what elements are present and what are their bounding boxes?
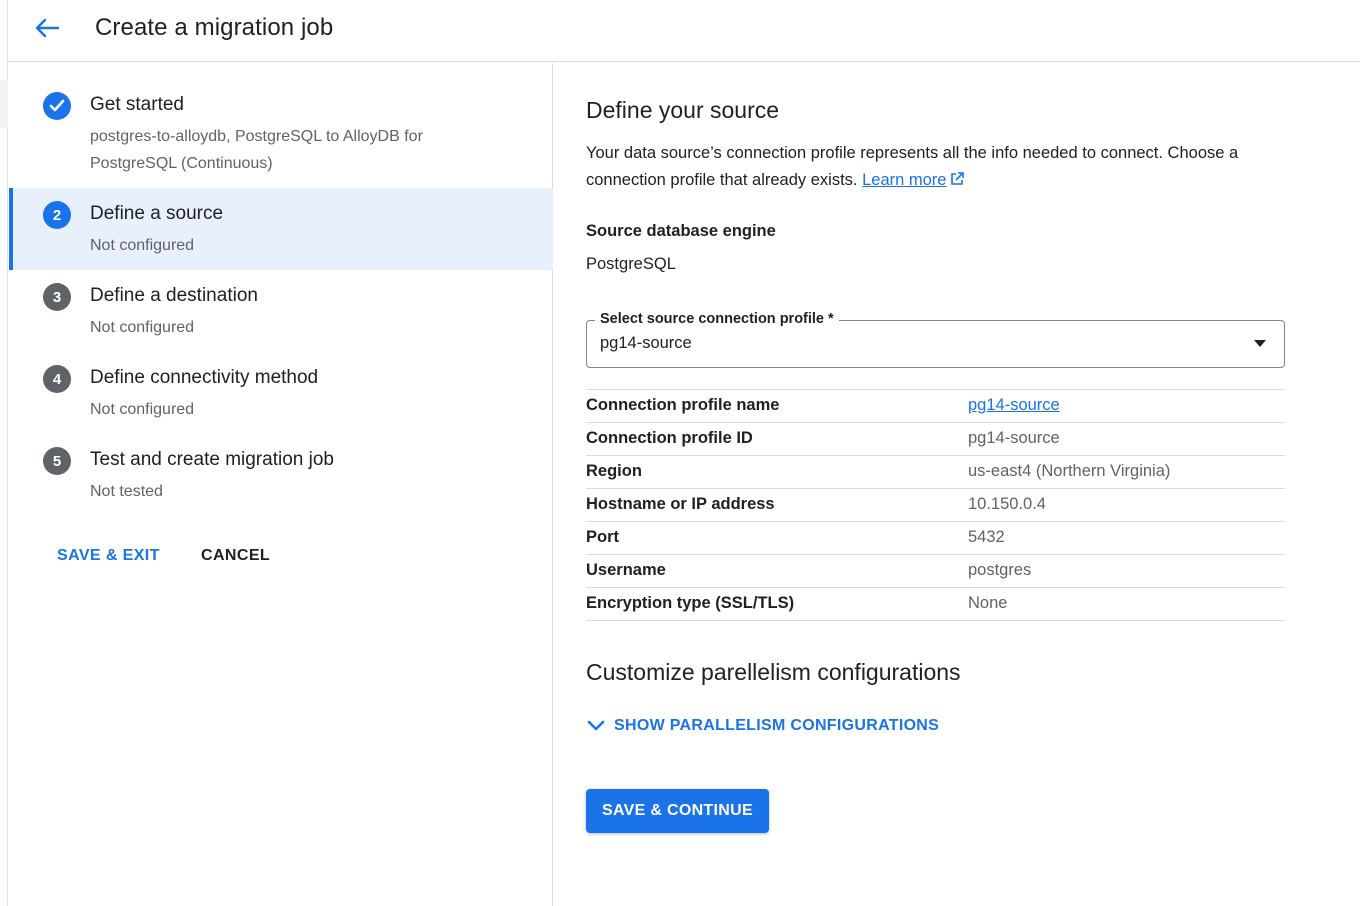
step-title: Define connectivity method xyxy=(90,367,319,388)
table-row: Hostname or IP address 10.150.0.4 xyxy=(586,489,1285,522)
app-root: Create a migration job Get started postg… xyxy=(0,0,1360,906)
detail-value: None xyxy=(968,594,1008,612)
step-define-connectivity[interactable]: 4 Define connectivity method Not configu… xyxy=(9,352,553,434)
check-circle-icon xyxy=(43,92,71,120)
step-title: Define a source xyxy=(90,203,224,224)
page-header: Create a migration job xyxy=(9,0,1360,62)
profile-details-table: Connection profile name pg14-source Conn… xyxy=(586,389,1285,621)
step-subtitle: Not configured xyxy=(90,319,195,336)
step-number-badge: 4 xyxy=(43,365,71,393)
detail-value: 10.150.0.4 xyxy=(968,495,1046,513)
learn-more-link[interactable]: Learn more xyxy=(862,171,946,189)
detail-key: Port xyxy=(586,528,619,546)
table-row: Encryption type (SSL/TLS) None xyxy=(586,588,1285,621)
open-in-new-icon xyxy=(951,172,965,185)
select-value: pg14-source xyxy=(600,334,692,352)
page-title: Create a migration job xyxy=(95,14,334,41)
detail-key: Region xyxy=(586,462,642,480)
main-content: Define your source Your data source’s co… xyxy=(554,63,1360,906)
learn-more-label: Learn more xyxy=(862,171,947,189)
parallelism-heading: Customize parellelism configurations xyxy=(586,659,961,685)
detail-key: Hostname or IP address xyxy=(586,495,775,513)
table-row: Region us-east4 (Northern Virginia) xyxy=(586,456,1285,489)
detail-key: Encryption type (SSL/TLS) xyxy=(586,594,795,612)
table-row: Username postgres xyxy=(586,555,1285,588)
step-number-badge: 3 xyxy=(43,283,71,311)
engine-value: PostgreSQL xyxy=(586,255,676,273)
detail-key: Connection profile ID xyxy=(586,429,753,447)
detail-value: postgres xyxy=(968,561,1032,579)
dropdown-arrow-icon xyxy=(1254,340,1266,347)
arrow-back-icon xyxy=(35,18,60,38)
table-row: Port 5432 xyxy=(586,522,1285,555)
select-label: Select source connection profile * xyxy=(595,311,839,327)
rail-marker xyxy=(0,80,8,128)
step-subtitle: Not configured xyxy=(90,401,195,418)
step-get-started[interactable]: Get started postgres-to-alloydb, Postgre… xyxy=(9,83,553,179)
toggle-label: SHOW PARALLELISM CONFIGURATIONS xyxy=(614,717,940,734)
left-rail xyxy=(0,0,8,906)
save-continue-button[interactable]: SAVE & CONTINUE xyxy=(586,789,769,833)
chevron-down-icon xyxy=(587,720,605,731)
stepper: Get started postgres-to-alloydb, Postgre… xyxy=(9,63,553,906)
section-heading: Define your source xyxy=(586,97,780,123)
source-profile-select[interactable]: Select source connection profile * pg14-… xyxy=(586,311,1285,368)
step-subtitle: Not configured xyxy=(90,237,195,254)
step-title: Test and create migration job xyxy=(90,449,334,470)
detail-value: 5432 xyxy=(968,528,1005,546)
table-row: Connection profile ID pg14-source xyxy=(586,423,1285,456)
step-title: Get started xyxy=(90,94,184,115)
profile-name-link[interactable]: pg14-source xyxy=(968,396,1060,415)
detail-value: pg14-source xyxy=(968,429,1060,447)
table-row: Connection profile name pg14-source xyxy=(586,390,1285,423)
step-define-destination[interactable]: 3 Define a destination Not configured xyxy=(9,270,553,352)
step-test-create[interactable]: 5 Test and create migration job Not test… xyxy=(9,434,553,516)
section-description: Your data source’s connection profile re… xyxy=(586,140,1286,194)
detail-key: Connection profile name xyxy=(586,396,780,414)
step-number-badge: 2 xyxy=(43,201,71,229)
show-parallelism-toggle[interactable]: SHOW PARALLELISM CONFIGURATIONS xyxy=(586,717,939,735)
step-subtitle: postgres-to-alloydb, PostgreSQL to Alloy… xyxy=(90,128,423,172)
step-title: Define a destination xyxy=(90,285,258,306)
engine-label: Source database engine xyxy=(586,222,776,240)
step-subtitle: Not tested xyxy=(90,483,163,500)
back-button[interactable] xyxy=(31,14,63,42)
cancel-button[interactable]: CANCEL xyxy=(201,547,270,565)
save-exit-button[interactable]: SAVE & EXIT xyxy=(57,547,160,565)
step-define-source[interactable]: 2 Define a source Not configured xyxy=(9,188,553,270)
step-number-badge: 5 xyxy=(43,447,71,475)
detail-value: us-east4 (Northern Virginia) xyxy=(968,462,1171,480)
detail-key: Username xyxy=(586,561,666,579)
